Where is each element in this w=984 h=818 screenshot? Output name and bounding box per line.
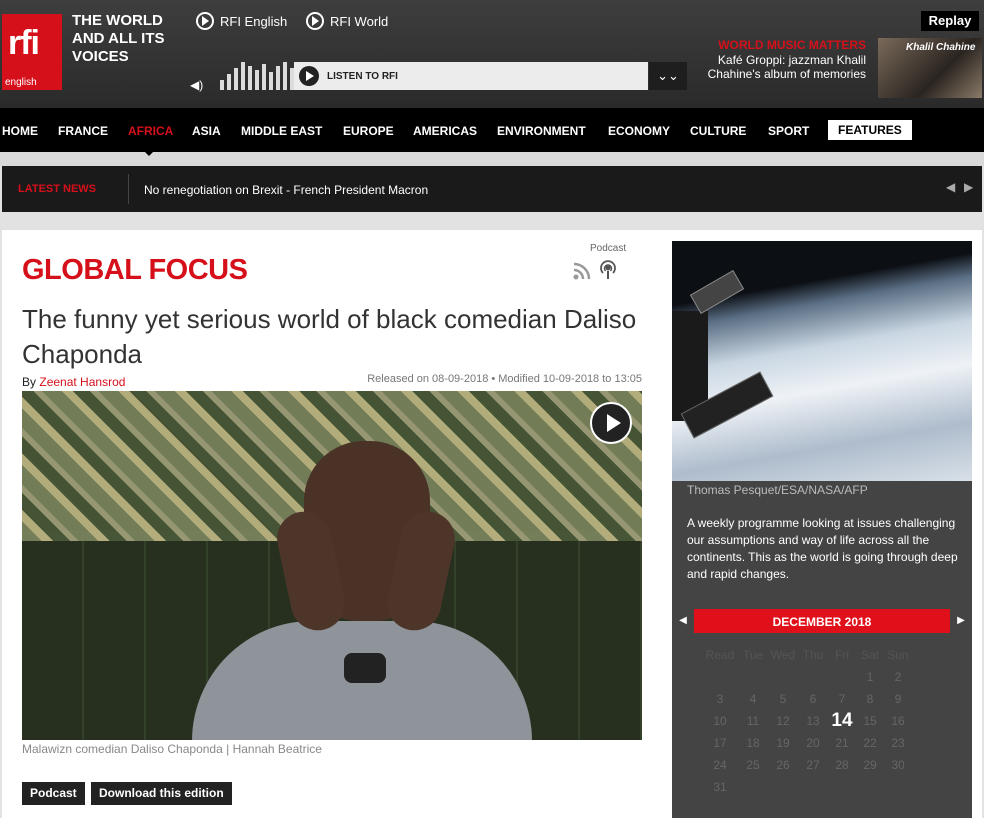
- promo-text[interactable]: Kafé Groppi: jazzman Khalil Chahine's al…: [696, 53, 866, 81]
- calendar-day[interactable]: 19: [768, 736, 798, 750]
- image-credit: Thomas Pesquet/ESA/NASA/AFP: [687, 483, 868, 497]
- play-video-button[interactable]: [590, 402, 632, 444]
- promo-title[interactable]: WORLD MUSIC MATTERS: [718, 38, 866, 52]
- calendar-day[interactable]: 23: [883, 736, 913, 750]
- calendar-day[interactable]: 7: [827, 692, 857, 706]
- nav-asia[interactable]: ASIA: [192, 124, 221, 138]
- speaker-icon[interactable]: ◀): [190, 78, 203, 92]
- calendar-day[interactable]: 31: [705, 780, 735, 794]
- nav-middle-east[interactable]: MIDDLE EAST: [241, 124, 322, 138]
- calendar-day[interactable]: 28: [827, 758, 857, 772]
- calendar-day[interactable]: 8: [855, 692, 885, 706]
- calendar-day[interactable]: 5: [768, 692, 798, 706]
- calendar-day[interactable]: 26: [768, 758, 798, 772]
- calendar-day[interactable]: 16: [883, 714, 913, 728]
- calendar-day[interactable]: 22: [855, 736, 885, 750]
- calendar-day[interactable]: 11: [738, 714, 768, 728]
- rss-icon[interactable]: [573, 262, 591, 280]
- latest-news-headline[interactable]: No renegotiation on Brexit - French Pres…: [144, 183, 428, 197]
- podcast-label: Podcast: [590, 243, 627, 254]
- calendar-day[interactable]: 15: [855, 714, 885, 728]
- calendar-next-button[interactable]: ▶: [950, 609, 972, 633]
- volume-bars[interactable]: [220, 62, 301, 90]
- article-dates: Released on 08-09-2018 • Modified 10-09-…: [367, 373, 642, 385]
- divider: [128, 174, 129, 204]
- latest-news-bar: LATEST NEWS No renegotiation on Brexit -…: [2, 166, 982, 212]
- section-title[interactable]: GLOBAL FOCUS: [22, 254, 248, 287]
- calendar-month: DECEMBER 2018: [772, 615, 872, 629]
- chevron-right-icon: ▶: [950, 609, 972, 633]
- site-tagline: THE WORLD AND ALL ITS VOICES: [72, 12, 165, 65]
- calendar-day[interactable]: 29: [855, 758, 885, 772]
- calendar-day[interactable]: 24: [705, 758, 735, 772]
- calendar-weekday: Wed: [770, 648, 796, 662]
- replay-button[interactable]: Replay: [921, 11, 979, 31]
- chevron-right-icon[interactable]: ▶: [964, 180, 973, 194]
- latest-news-label: LATEST NEWS: [18, 183, 97, 195]
- logo-text: rfi: [8, 24, 40, 62]
- calendar-day[interactable]: 17: [705, 736, 735, 750]
- calendar-weekday: Thu: [802, 648, 824, 662]
- calendar-day[interactable]: 2: [883, 670, 913, 684]
- calendar-weekday: Tue: [742, 648, 764, 662]
- chevron-left-icon[interactable]: ◀: [946, 180, 955, 194]
- listen-to-rfi-button[interactable]: LISTEN TO RFI: [294, 62, 648, 90]
- calendar-header: ◀ DECEMBER 2018 ▶: [672, 609, 972, 633]
- calendar-day[interactable]: 12: [768, 714, 798, 728]
- calendar-day[interactable]: 6: [798, 692, 828, 706]
- calendar-day-today[interactable]: 14: [827, 710, 857, 732]
- calendar-day[interactable]: 25: [738, 758, 768, 772]
- play-circle-icon: [196, 12, 214, 30]
- nav-sport[interactable]: SPORT: [768, 124, 809, 138]
- calendar-day[interactable]: 1: [855, 670, 885, 684]
- podcast-button[interactable]: Podcast: [22, 782, 85, 805]
- nav-france[interactable]: FRANCE: [58, 124, 108, 138]
- rfi-logo[interactable]: rfi english: [2, 14, 62, 90]
- calendar-day[interactable]: 21: [827, 736, 857, 750]
- nav-economy[interactable]: ECONOMY: [608, 124, 670, 138]
- calendar-day[interactable]: 13: [798, 714, 828, 728]
- programme-description: A weekly programme looking at issues cha…: [687, 516, 958, 581]
- calendar-weekday: Read: [705, 648, 735, 662]
- calendar-day[interactable]: 20: [798, 736, 828, 750]
- main-nav: HOME FRANCE AFRICA ASIA MIDDLE EAST EURO…: [0, 108, 984, 152]
- nav-active-caret: [143, 150, 155, 156]
- calendar-weekday: Sun: [887, 648, 909, 662]
- calendar-day[interactable]: 27: [798, 758, 828, 772]
- download-edition-button[interactable]: Download this edition: [91, 782, 232, 805]
- nav-home[interactable]: HOME: [2, 124, 38, 138]
- nav-americas[interactable]: AMERICAS: [413, 124, 477, 138]
- nav-europe[interactable]: EUROPE: [343, 124, 394, 138]
- calendar-day[interactable]: 9: [883, 692, 913, 706]
- podcast-icon[interactable]: [598, 260, 618, 280]
- calendar-weekday: Sat: [860, 648, 879, 662]
- author-link[interactable]: Zeenat Hansrod: [39, 375, 125, 389]
- calendar-grid: Read Tue Wed Thu Fri Sat Sun 1 2 3 4 5 6 7 8 9 10 11 12 13 1…: [672, 633, 972, 818]
- play-circle-icon: [306, 12, 324, 30]
- site-header: rfi english THE WORLD AND ALL ITS VOICES…: [0, 0, 984, 108]
- calendar-day[interactable]: 30: [883, 758, 913, 772]
- promo-thumbnail[interactable]: Khalil Chahine: [878, 38, 982, 98]
- calendar-day[interactable]: 4: [738, 692, 768, 706]
- article-headline: The funny yet serious world of black com…: [22, 304, 637, 369]
- calendar-day[interactable]: 18: [738, 736, 768, 750]
- article-hero-image[interactable]: [22, 391, 642, 740]
- nav-features[interactable]: FEATURES: [828, 120, 912, 140]
- image-caption: Malawizn comedian Daliso Chaponda | Hann…: [22, 742, 322, 756]
- calendar-day[interactable]: 10: [705, 714, 735, 728]
- byline: By Zeenat Hansrod: [22, 375, 126, 389]
- chevron-down-icon[interactable]: ⌄⌄: [649, 62, 687, 90]
- nav-africa[interactable]: AFRICA: [128, 124, 173, 138]
- play-icon: [299, 66, 319, 86]
- logo-subtext: english: [5, 77, 37, 88]
- sidebar-space-image: [672, 241, 972, 481]
- nav-environment[interactable]: ENVIRONMENT: [497, 124, 586, 138]
- nav-culture[interactable]: CULTURE: [690, 124, 746, 138]
- calendar-weekday: Fri: [835, 648, 849, 662]
- calendar-day[interactable]: 3: [705, 692, 735, 706]
- radio-link-rfi-english[interactable]: RFI English: [196, 12, 287, 30]
- radio-link-rfi-world[interactable]: RFI World: [306, 12, 388, 30]
